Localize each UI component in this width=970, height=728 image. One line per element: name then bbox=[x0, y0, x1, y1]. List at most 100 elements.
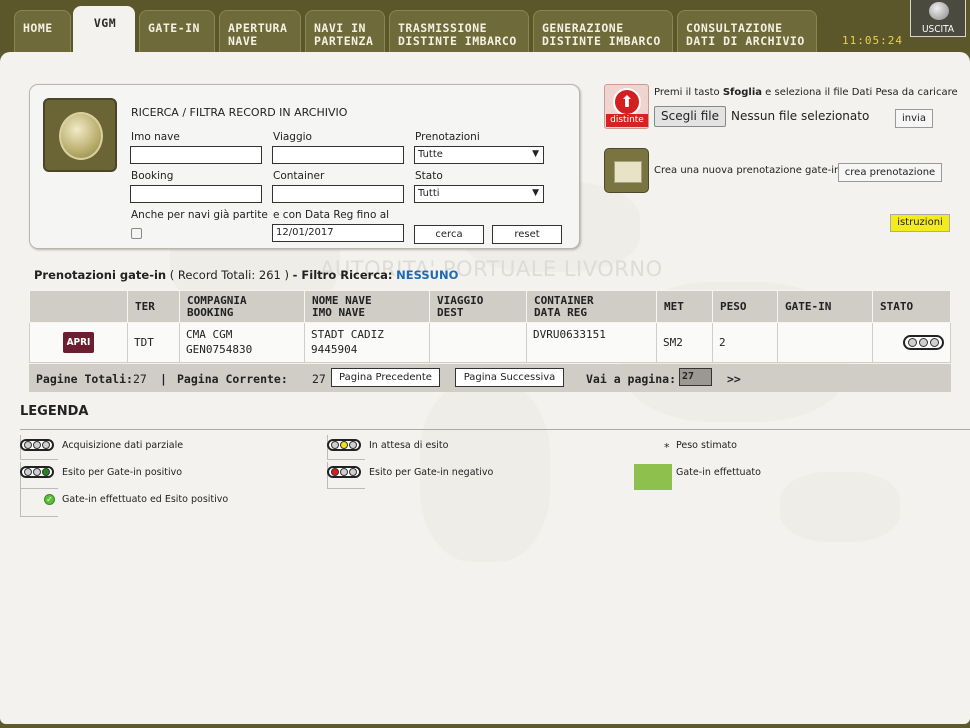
cell-viaggio bbox=[429, 322, 527, 363]
new-reservation-icon[interactable] bbox=[604, 148, 649, 193]
light bbox=[33, 441, 41, 449]
goto-label: Vai a pagina: bbox=[586, 372, 677, 386]
header-line2: DATA REG bbox=[534, 305, 587, 319]
datareg-input[interactable]: 12/01/2017 bbox=[272, 224, 404, 242]
header-line2: BOOKING bbox=[187, 305, 234, 319]
legend-item-positivo: Esito per Gate-in positivo bbox=[62, 467, 183, 478]
viaggio-input[interactable] bbox=[272, 146, 404, 164]
tab-trasmissione-distinte[interactable]: TRASMISSIONE DISTINTE IMBARCO bbox=[389, 10, 529, 52]
viaggio-label: Viaggio bbox=[273, 131, 312, 143]
cell-compagnia: CMA CGM GEN0754830 bbox=[179, 322, 305, 363]
tab-consultazione-archivio[interactable]: CONSULTAZIONE DATI DI ARCHIVIO bbox=[677, 10, 817, 52]
new-reservation-hint: Crea una nuova prenotazione gate-in bbox=[654, 165, 841, 176]
legend-title: LEGENDA bbox=[20, 404, 89, 419]
summary-prefix: Prenotazioni gate-in bbox=[34, 268, 167, 282]
reset-button[interactable]: reset bbox=[492, 225, 562, 244]
world-map-shape bbox=[780, 472, 900, 542]
prev-page-button[interactable]: Pagina Precedente bbox=[331, 368, 440, 387]
check-circle-icon: ✓ bbox=[44, 494, 55, 505]
pager-separator: | bbox=[160, 372, 167, 386]
cell-stato bbox=[872, 322, 951, 363]
col-header-compagnia: COMPAGNIA BOOKING bbox=[179, 290, 305, 323]
light bbox=[331, 468, 339, 476]
partite-label: Anche per navi già partite bbox=[131, 209, 268, 221]
light bbox=[340, 468, 348, 476]
cell-peso: 2 bbox=[712, 322, 778, 363]
lights-yellow-icon bbox=[327, 439, 361, 451]
col-header-nome-nave: NOME NAVE IMO NAVE bbox=[304, 290, 430, 323]
cerca-button[interactable]: cerca bbox=[414, 225, 484, 244]
imo-input[interactable] bbox=[130, 146, 262, 164]
col-header-viaggio: VIAGGIO DEST bbox=[429, 290, 527, 323]
legend-item-negativo: Esito per Gate-in negativo bbox=[369, 467, 494, 478]
tab-label-line2: DISTINTE IMBARCO bbox=[542, 34, 661, 48]
top-nav-bar: HOME VGM GATE-IN APERTURA NAVE NAVI IN P… bbox=[0, 0, 970, 52]
apri-button[interactable]: APRI bbox=[62, 332, 95, 353]
tab-label-line2: NAVE bbox=[228, 34, 258, 48]
crea-prenotazione-button[interactable]: crea prenotazione bbox=[838, 163, 942, 182]
lights-grey-icon bbox=[20, 439, 54, 451]
next-page-button[interactable]: Pagina Successiva bbox=[455, 368, 564, 387]
arrow-up-icon: ⬆ bbox=[613, 88, 641, 116]
clock: 11:05:24 bbox=[842, 34, 903, 47]
stato-label: Stato bbox=[415, 170, 443, 182]
light bbox=[24, 468, 32, 476]
datareg-label: e con Data Reg fino al bbox=[273, 209, 390, 221]
tab-gate-in[interactable]: GATE-IN bbox=[139, 10, 215, 52]
upload-hint-post: e seleziona il file Dati Pesa da caricar… bbox=[762, 87, 958, 98]
header-text: PESO bbox=[720, 299, 747, 313]
cell-gate-in bbox=[777, 322, 873, 363]
header-line2: DEST bbox=[437, 305, 464, 319]
go-button[interactable]: >> bbox=[727, 372, 741, 386]
prenotazioni-value: Tutte bbox=[418, 149, 443, 160]
choose-file-button[interactable]: Scegli file bbox=[654, 106, 726, 127]
col-header-action bbox=[29, 290, 128, 323]
cell-met: SM2 bbox=[656, 322, 713, 363]
tab-vgm[interactable]: VGM bbox=[73, 6, 135, 52]
imo-nave: 9445904 bbox=[311, 343, 358, 356]
istruzioni-button[interactable]: istruzioni bbox=[890, 214, 950, 232]
goto-page-input[interactable]: 27 bbox=[679, 368, 712, 386]
table-header-row: TER COMPAGNIA BOOKING NOME NAVE IMO NAVE… bbox=[29, 290, 951, 323]
cell-ter: TDT bbox=[127, 322, 180, 363]
tab-label-line2: DISTINTE IMBARCO bbox=[398, 34, 517, 48]
col-header-gate-in: GATE-IN bbox=[777, 290, 873, 323]
light bbox=[349, 441, 357, 449]
prenotazioni-label: Prenotazioni bbox=[415, 131, 480, 143]
legend-item-gate-effettuato: Gate-in effettuato bbox=[676, 467, 761, 478]
header-text: STATO bbox=[880, 299, 914, 313]
tab-generazione-distinte[interactable]: GENERAZIONE DISTINTE IMBARCO bbox=[533, 10, 673, 52]
legend-item-peso-stimato: Peso stimato bbox=[676, 440, 737, 451]
light-2 bbox=[919, 337, 928, 347]
tab-navi-in-partenza[interactable]: NAVI IN PARTENZA bbox=[305, 10, 385, 52]
booking-input[interactable] bbox=[130, 185, 262, 203]
compass-icon bbox=[43, 98, 117, 172]
compagnia: CMA CGM bbox=[186, 328, 233, 341]
legend-item-parziale: Acquisizione dati parziale bbox=[62, 440, 184, 451]
stato-value: Tutti bbox=[418, 188, 440, 199]
traffic-light-icon bbox=[903, 334, 944, 350]
exit-button[interactable]: USCITA bbox=[910, 0, 966, 37]
stato-select[interactable]: Tutti ▼ bbox=[414, 185, 544, 203]
tab-label-line2: PARTENZA bbox=[314, 34, 374, 48]
tab-label-line2: DATI DI ARCHIVIO bbox=[686, 34, 805, 48]
col-header-stato: STATO bbox=[872, 290, 951, 323]
tab-apertura-nave[interactable]: APERTURA NAVE bbox=[219, 10, 301, 52]
col-header-ter: TER bbox=[127, 290, 180, 323]
upload-icon-label: distinte bbox=[606, 114, 648, 127]
light bbox=[331, 441, 339, 449]
header-line1: CONTAINER bbox=[534, 293, 594, 307]
light bbox=[33, 468, 41, 476]
invia-button[interactable]: invia bbox=[895, 109, 933, 128]
prenotazioni-select[interactable]: Tutte ▼ bbox=[414, 146, 544, 164]
asterisk-icon: * bbox=[664, 441, 670, 454]
tab-home[interactable]: HOME bbox=[14, 10, 71, 52]
partite-checkbox[interactable] bbox=[131, 228, 142, 239]
col-header-container: CONTAINER DATA REG bbox=[526, 290, 657, 323]
header-text: MET bbox=[664, 299, 684, 313]
cell-container: DVRU0633151 bbox=[526, 322, 657, 363]
lights-green-icon bbox=[20, 466, 54, 478]
dropdown-arrow-icon: ▼ bbox=[532, 188, 539, 198]
container-input[interactable] bbox=[272, 185, 404, 203]
legend-item-gate-positivo: Gate-in effettuato ed Esito positivo bbox=[62, 494, 229, 505]
